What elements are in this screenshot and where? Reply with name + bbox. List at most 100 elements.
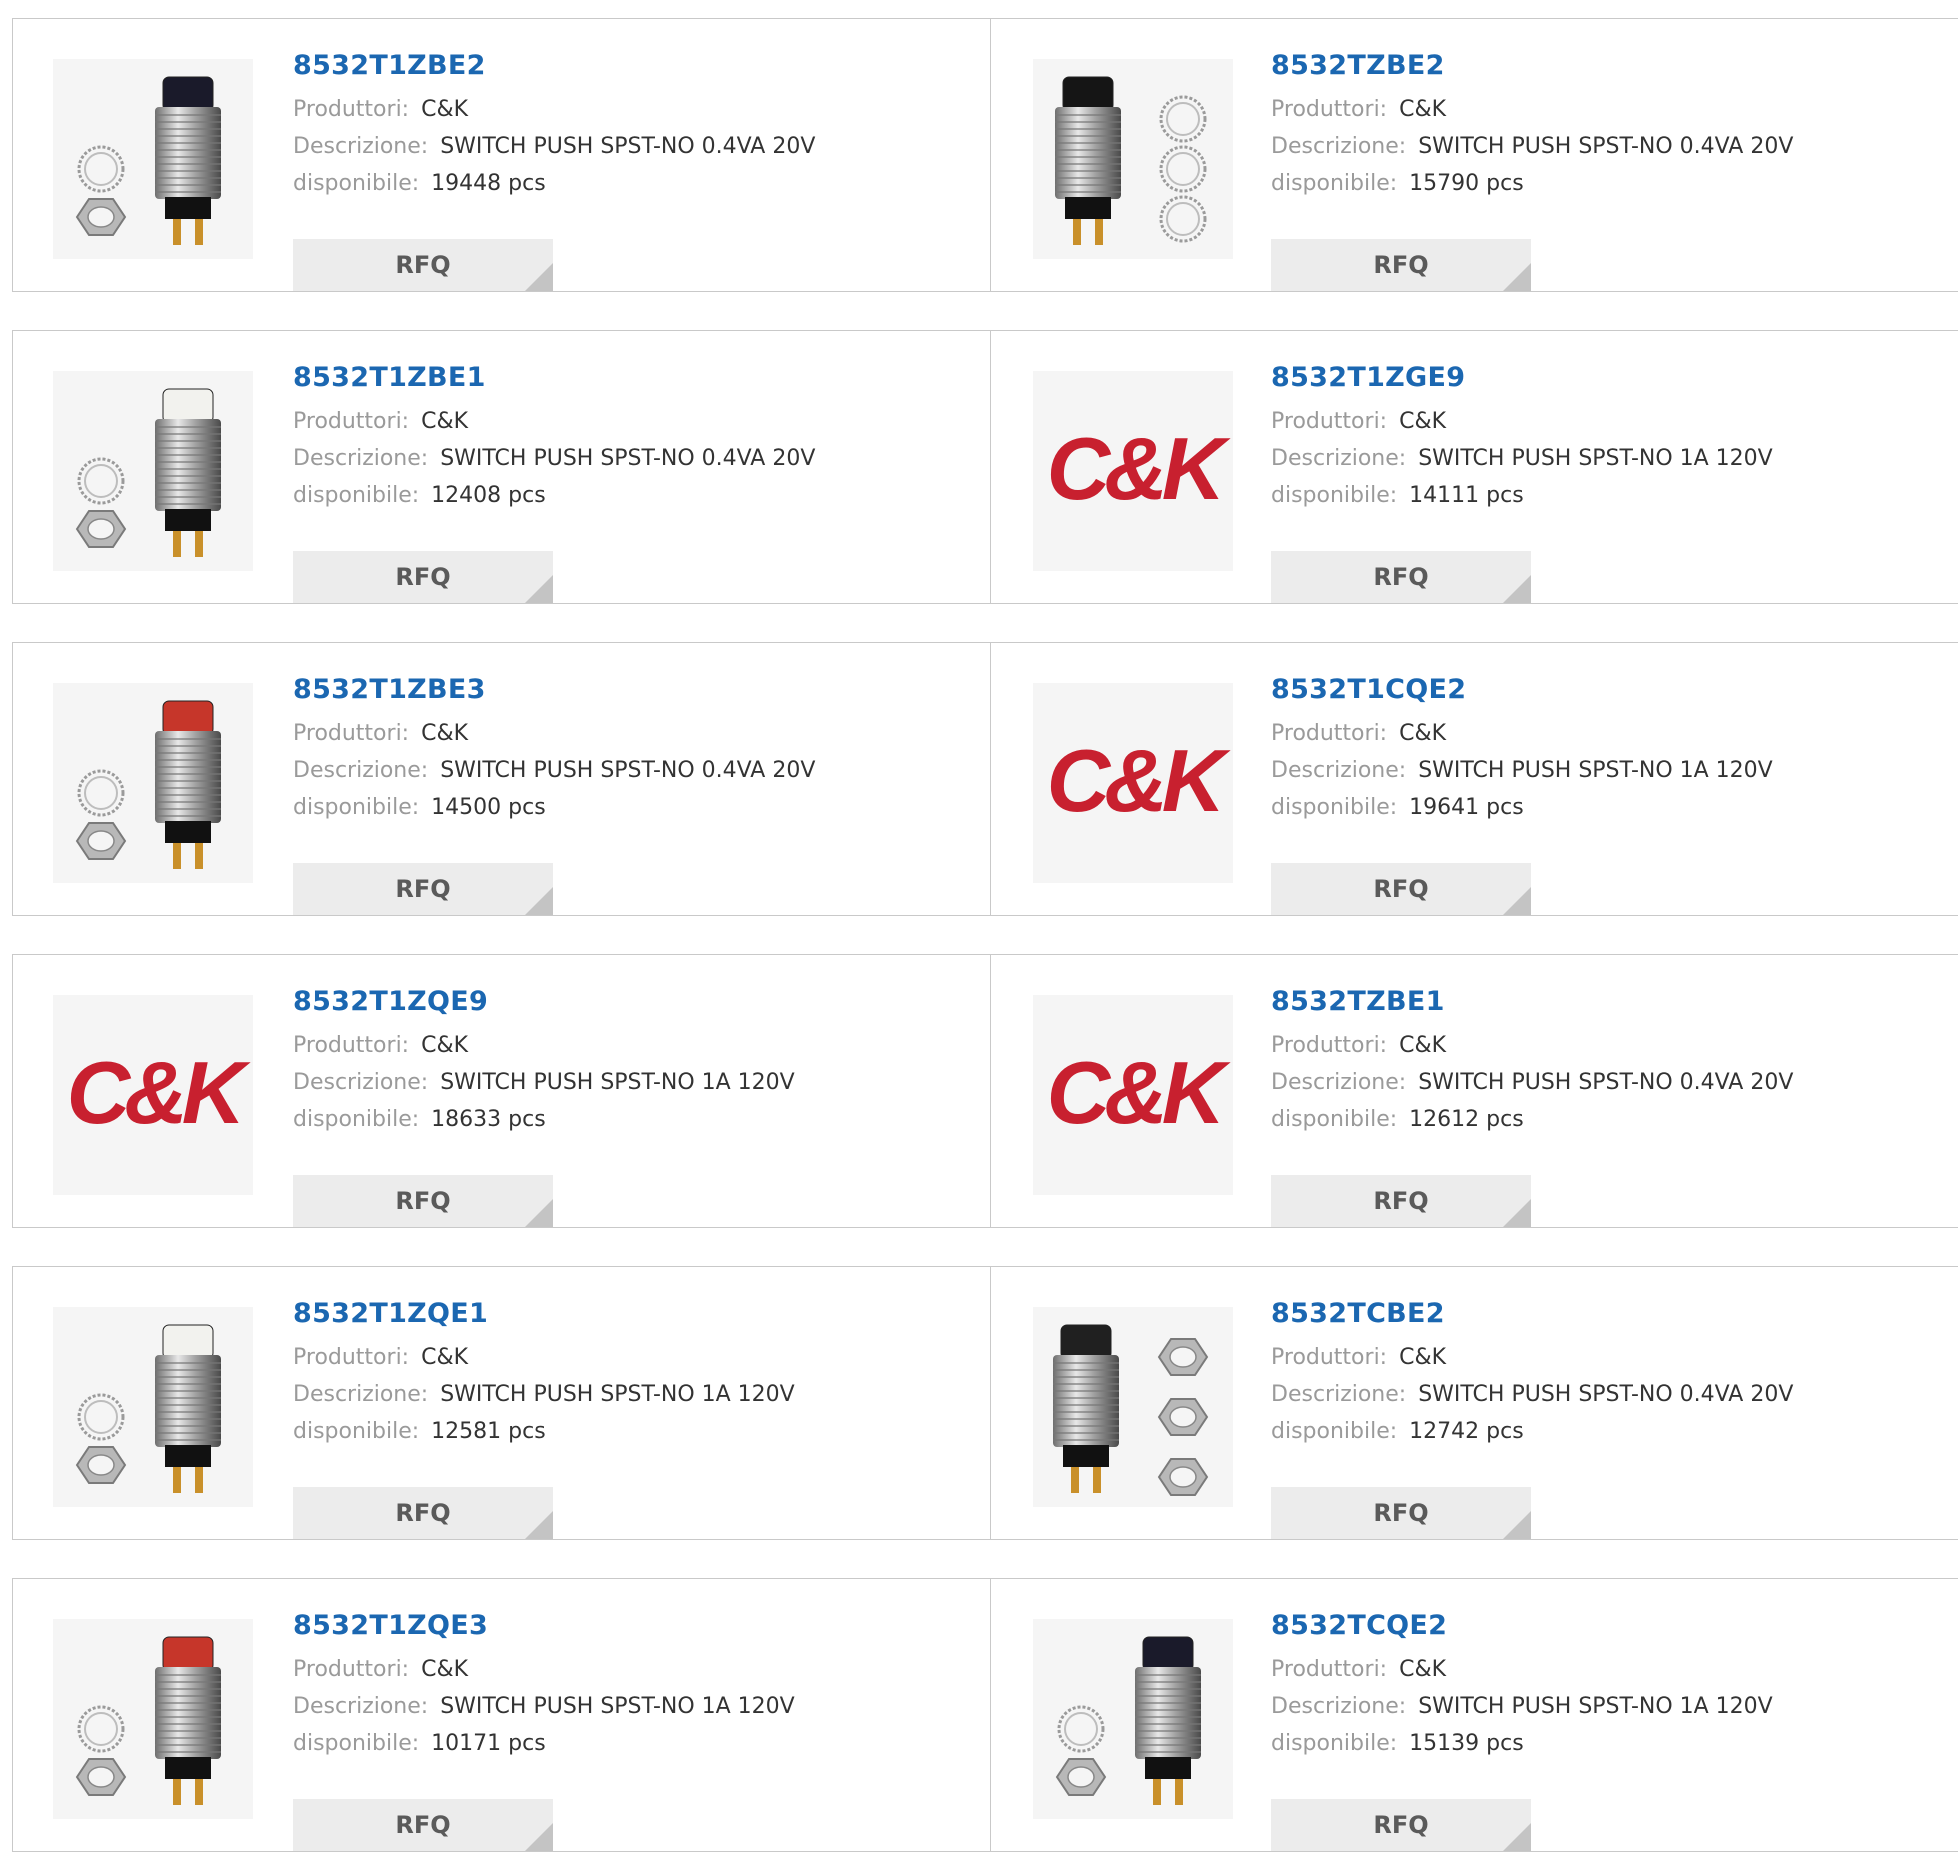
product-card: 8532T1ZQE1 Produttori: C&K Descrizione: SW… [12,1266,992,1540]
product-card: C&K 8532T1ZGE9 Produttori: C&K Descrizion… [990,330,1958,604]
corner-triangle-icon [1503,887,1531,915]
rfq-button[interactable]: RFQ [1271,239,1531,291]
rfq-button[interactable]: RFQ [293,1487,553,1539]
description-label: Descrizione: [293,134,429,159]
manufacturer-value: C&K [421,1657,469,1682]
part-number-link[interactable]: 8532T1ZGE9 [1271,361,1465,395]
svg-text:C&K: C&K [1047,1043,1231,1142]
ck-logo: C&K [67,1043,253,1142]
part-number-link[interactable]: 8532TZBE2 [1271,49,1445,83]
pushbutton-rings-icon[interactable] [1033,59,1233,259]
pushbutton-black-icon[interactable] [1033,1619,1233,1819]
stock-value: 15790 pcs [1409,171,1524,196]
stock-line: disponibile: 18633 pcs [293,1101,981,1138]
pushbutton-black-icon[interactable] [53,59,253,259]
product-card: C&K 8532TZBE1 Produttori: C&K Descrizione… [990,954,1958,1228]
manufacturer-value: C&K [421,409,469,434]
rfq-button[interactable]: RFQ [293,1799,553,1851]
pushbutton-white-icon[interactable] [53,371,253,571]
rfq-label: RFQ [395,251,451,279]
stock-value: 12408 pcs [431,483,546,508]
rfq-label: RFQ [1373,1811,1429,1839]
manufacturer-line: Produttori: C&K [293,1339,981,1376]
part-number-link[interactable]: 8532T1ZQE3 [293,1609,488,1643]
manufacturer-value: C&K [421,97,469,122]
manufacturer-value: C&K [1399,721,1447,746]
rfq-button[interactable]: RFQ [293,239,553,291]
description-line: Descrizione: SWITCH PUSH SPST-NO 1A 120V [1271,440,1948,477]
stock-value: 18633 pcs [431,1107,546,1132]
stock-line: disponibile: 19448 pcs [293,165,981,202]
manufacturer-line: Produttori: C&K [1271,403,1948,440]
part-number-link[interactable]: 8532T1ZBE2 [293,49,486,83]
description-label: Descrizione: [1271,1694,1407,1719]
pushbutton-hexnuts-icon[interactable] [1033,1307,1233,1507]
corner-triangle-icon [1503,575,1531,603]
part-number-link[interactable]: 8532T1ZQE9 [293,985,488,1019]
stock-label: disponibile: [1271,483,1398,508]
rfq-button[interactable]: RFQ [293,551,553,603]
stock-value: 19641 pcs [1409,795,1524,820]
description-label: Descrizione: [1271,1070,1407,1095]
manufacturer-label: Produttori: [1271,1345,1388,1370]
manufacturer-line: Produttori: C&K [293,715,981,752]
stock-line: disponibile: 12612 pcs [1271,1101,1948,1138]
manufacturer-line: Produttori: C&K [293,403,981,440]
part-number-link[interactable]: 8532T1ZBE1 [293,361,486,395]
rfq-button[interactable]: RFQ [1271,1175,1531,1227]
rfq-button[interactable]: RFQ [293,1175,553,1227]
manufacturer-value: C&K [421,1345,469,1370]
manufacturer-label: Produttori: [293,1657,410,1682]
stock-label: disponibile: [1271,795,1398,820]
ck-logo[interactable]: C&K [1033,371,1233,571]
part-number-link[interactable]: 8532TCQE2 [1271,1609,1447,1643]
rfq-label: RFQ [1373,1499,1429,1527]
description-line: Descrizione: SWITCH PUSH SPST-NO 0.4VA 20… [1271,1376,1948,1413]
stock-label: disponibile: [293,1731,420,1756]
pushbutton-rings-icon [1055,76,1207,245]
corner-triangle-icon [1503,1823,1531,1851]
stock-value: 12742 pcs [1409,1419,1524,1444]
part-number-link[interactable]: 8532T1ZBE3 [293,673,486,707]
part-number-link[interactable]: 8532T1CQE2 [1271,673,1466,707]
pushbutton-red-icon[interactable] [53,1619,253,1819]
product-row: 8532T1ZBE1 Produttori: C&K Descrizione: SW… [12,330,1958,606]
rfq-label: RFQ [395,563,451,591]
description-value: SWITCH PUSH SPST-NO 0.4VA 20V [440,134,816,159]
description-line: Descrizione: SWITCH PUSH SPST-NO 1A 120V [1271,1688,1948,1725]
pushbutton-white-icon [75,388,221,557]
rfq-button[interactable]: RFQ [1271,1799,1531,1851]
rfq-button[interactable]: RFQ [1271,1487,1531,1539]
stock-label: disponibile: [1271,1419,1398,1444]
stock-line: disponibile: 12581 pcs [293,1413,981,1450]
corner-triangle-icon [525,263,553,291]
ck-logo[interactable]: C&K [1033,995,1233,1195]
rfq-label: RFQ [395,1811,451,1839]
part-number-link[interactable]: 8532TCBE2 [1271,1297,1445,1331]
ck-logo[interactable]: C&K [1033,683,1233,883]
stock-label: disponibile: [293,1419,420,1444]
description-label: Descrizione: [293,446,429,471]
description-label: Descrizione: [1271,134,1407,159]
part-number-link[interactable]: 8532T1ZQE1 [293,1297,488,1331]
rfq-label: RFQ [1373,1187,1429,1215]
manufacturer-value: C&K [1399,1033,1447,1058]
manufacturer-line: Produttori: C&K [1271,1027,1948,1064]
ck-logo[interactable]: C&K [53,995,253,1195]
rfq-button[interactable]: RFQ [1271,863,1531,915]
manufacturer-label: Produttori: [1271,1033,1388,1058]
description-line: Descrizione: SWITCH PUSH SPST-NO 0.4VA 20… [1271,1064,1948,1101]
pushbutton-red-icon[interactable] [53,683,253,883]
stock-line: disponibile: 14500 pcs [293,789,981,826]
pushbutton-black-icon [1055,1636,1201,1805]
stock-line: disponibile: 19641 pcs [1271,789,1948,826]
rfq-button[interactable]: RFQ [1271,551,1531,603]
manufacturer-value: C&K [421,1033,469,1058]
part-number-link[interactable]: 8532TZBE1 [1271,985,1445,1019]
ck-logo: C&K [1047,731,1233,830]
corner-triangle-icon [525,575,553,603]
rfq-button[interactable]: RFQ [293,863,553,915]
manufacturer-line: Produttori: C&K [293,1027,981,1064]
description-label: Descrizione: [293,1382,429,1407]
pushbutton-white-icon[interactable] [53,1307,253,1507]
